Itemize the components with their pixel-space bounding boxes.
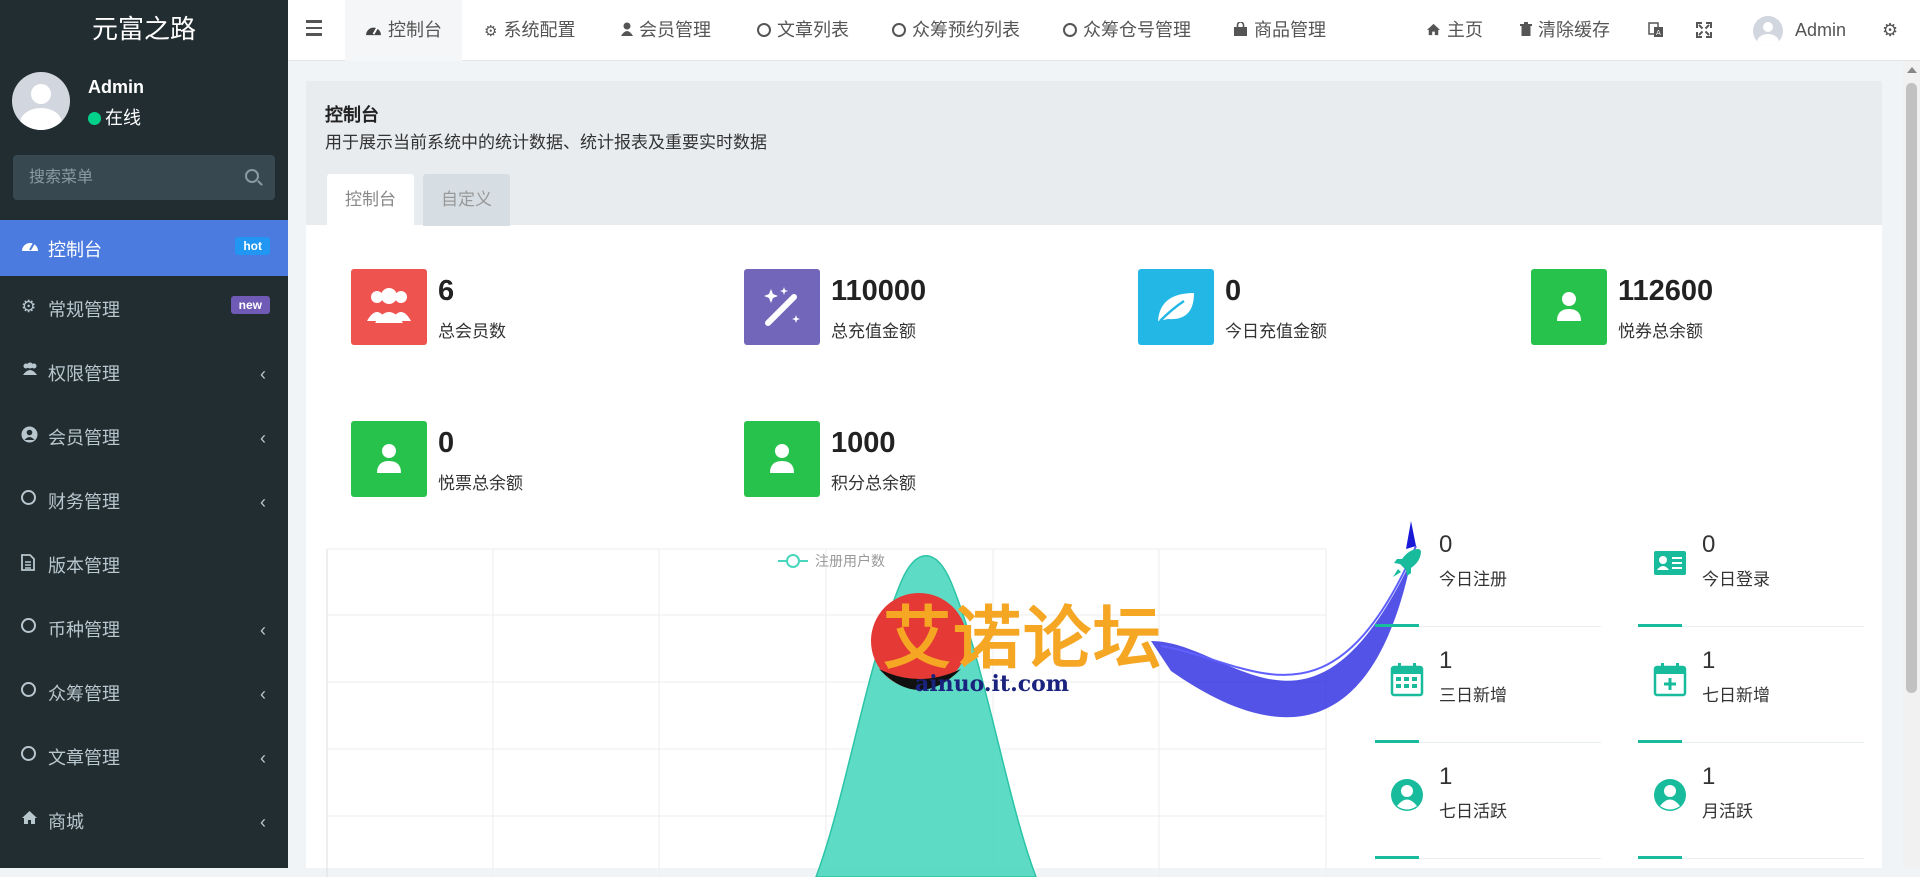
chevron-left-icon: ‹ <box>260 620 266 640</box>
tab-crowdfunding-warehouse[interactable]: 众筹仓号管理 <box>1063 0 1191 61</box>
dashboard-icon <box>21 238 39 255</box>
sidebar-item-articles[interactable]: 文章管理 ‹ <box>0 724 288 788</box>
tab-dashboard[interactable]: 控制台 <box>345 0 462 61</box>
circle-icon <box>21 618 36 636</box>
tab-crowdfunding-reservations[interactable]: 众筹预约列表 <box>892 0 1020 61</box>
sidebar-item-permissions[interactable]: 权限管理 ‹ <box>0 340 288 404</box>
scroll-up-icon[interactable] <box>1907 67 1917 73</box>
chevron-left-icon: ‹ <box>260 812 266 832</box>
id-card-icon <box>1654 551 1686 575</box>
shopping-bag-icon <box>1233 21 1248 40</box>
user-status: 在线 <box>88 104 141 130</box>
top-navbar: 控制台 ⚙ 系统配置 会员管理 文章列表 众筹预约列表 众筹仓号管理 商品管理 主… <box>288 0 1920 61</box>
file-icon <box>21 554 35 574</box>
group-icon <box>21 362 39 379</box>
tab-system-config[interactable]: ⚙ 系统配置 <box>484 0 575 61</box>
user-circle-icon <box>1391 779 1423 811</box>
user-circle-icon <box>1654 779 1686 811</box>
tab-product-management[interactable]: 商品管理 <box>1233 0 1326 61</box>
menu-search-input[interactable] <box>13 155 233 200</box>
circle-icon <box>892 23 906 37</box>
svg-text:A: A <box>1656 29 1661 37</box>
chevron-left-icon: ‹ <box>260 684 266 704</box>
mini-stat-seven-day-active: 1 七日活跃 <box>1375 757 1601 859</box>
new-badge: new <box>230 296 270 314</box>
sidebar-toggle-icon[interactable] <box>306 20 322 40</box>
users-icon <box>351 269 427 345</box>
mini-stat-seven-day-new: 1 七日新增 <box>1638 641 1864 743</box>
fullscreen-icon[interactable] <box>1696 0 1712 61</box>
app-title[interactable]: 元富之路 <box>0 0 288 62</box>
dashboard-panel: 控制台 用于展示当前系统中的统计数据、统计报表及重要实时数据 控制台 自定义 6… <box>306 81 1882 877</box>
user-icon <box>621 22 633 40</box>
circle-icon <box>1063 23 1077 37</box>
user-icon <box>744 421 820 497</box>
user-name: Admin <box>88 77 144 97</box>
avatar[interactable] <box>1753 16 1783 46</box>
circle-icon <box>21 682 36 700</box>
settings-icon[interactable]: ⚙ <box>1882 0 1898 61</box>
sidebar-item-mall[interactable]: 商城 ‹ <box>0 788 288 852</box>
mini-stat-today-login: 0 今日登录 <box>1638 525 1864 627</box>
sidebar-item-general[interactable]: ⚙ 常规管理 new <box>0 276 288 340</box>
menu-search <box>13 155 275 200</box>
tab-dashboard-view[interactable]: 控制台 <box>327 174 414 226</box>
user-icon <box>351 421 427 497</box>
cogs-icon: ⚙ <box>21 297 37 316</box>
magic-icon <box>744 269 820 345</box>
home-link[interactable]: 主页 <box>1426 0 1483 61</box>
calendar-icon <box>1390 663 1424 697</box>
sidebar-item-crowdfunding[interactable]: 众筹管理 ‹ <box>0 660 288 724</box>
dashboard-icon <box>365 23 382 40</box>
leaf-icon <box>1138 269 1214 345</box>
search-icon[interactable] <box>245 169 259 183</box>
tab-member-management[interactable]: 会员管理 <box>621 0 711 61</box>
rocket-icon <box>1393 549 1421 577</box>
user-icon <box>1531 269 1607 345</box>
circle-icon <box>757 23 771 37</box>
circle-icon <box>21 746 36 764</box>
panel-header: 控制台 用于展示当前系统中的统计数据、统计报表及重要实时数据 控制台 自定义 <box>306 81 1882 226</box>
page-scrollbar[interactable] <box>1903 61 1920 868</box>
chart-legend[interactable]: 注册用户数 <box>778 553 885 569</box>
tab-custom[interactable]: 自定义 <box>423 174 510 226</box>
sidebar: 元富之路 Admin 在线 控制台 hot ⚙ 常规管理 new 权限管理 ‹ <box>0 0 288 868</box>
clear-cache-button[interactable]: 清除缓存 <box>1520 0 1610 61</box>
mini-stat-monthly-active: 1 月活跃 <box>1638 757 1864 859</box>
registration-chart: 注册用户数 <box>326 548 1327 877</box>
user-menu[interactable]: Admin <box>1795 0 1846 61</box>
chart-grid <box>326 548 1327 877</box>
sidebar-item-versions[interactable]: 版本管理 <box>0 532 288 596</box>
translate-icon[interactable]: A <box>1648 0 1664 61</box>
circle-icon <box>21 490 36 508</box>
hot-badge: hot <box>235 237 270 255</box>
user-panel: Admin 在线 <box>0 62 288 142</box>
trash-icon <box>1520 22 1532 40</box>
mini-stat-three-day-new: 1 三日新增 <box>1375 641 1601 743</box>
chevron-left-icon: ‹ <box>260 748 266 768</box>
mini-stat-today-register: 0 今日注册 <box>1375 525 1601 627</box>
user-circle-icon <box>21 426 38 446</box>
sidebar-item-members[interactable]: 会员管理 ‹ <box>0 404 288 468</box>
legend-label: 注册用户数 <box>815 553 885 569</box>
home-icon <box>1426 23 1441 40</box>
cog-icon: ⚙ <box>484 23 498 40</box>
sidebar-item-dashboard[interactable]: 控制台 hot <box>0 220 288 276</box>
chevron-left-icon: ‹ <box>260 364 266 384</box>
chart-area-series <box>815 555 1037 877</box>
sidebar-menu: 控制台 hot ⚙ 常规管理 new 权限管理 ‹ 会员管理 ‹ 财务管理 ‹ <box>0 220 288 852</box>
chevron-left-icon: ‹ <box>260 492 266 512</box>
page-title: 控制台 <box>325 105 379 125</box>
online-dot-icon <box>88 112 101 125</box>
page-description: 用于展示当前系统中的统计数据、统计报表及重要实时数据 <box>325 133 767 152</box>
home-icon <box>21 810 38 828</box>
sidebar-item-currency[interactable]: 币种管理 ‹ <box>0 596 288 660</box>
avatar <box>12 72 70 130</box>
tab-article-list[interactable]: 文章列表 <box>757 0 849 61</box>
chevron-left-icon: ‹ <box>260 428 266 448</box>
sidebar-item-finance[interactable]: 财务管理 ‹ <box>0 468 288 532</box>
scrollbar-thumb[interactable] <box>1906 83 1917 693</box>
calendar-plus-icon <box>1653 663 1687 697</box>
legend-marker <box>786 554 800 568</box>
